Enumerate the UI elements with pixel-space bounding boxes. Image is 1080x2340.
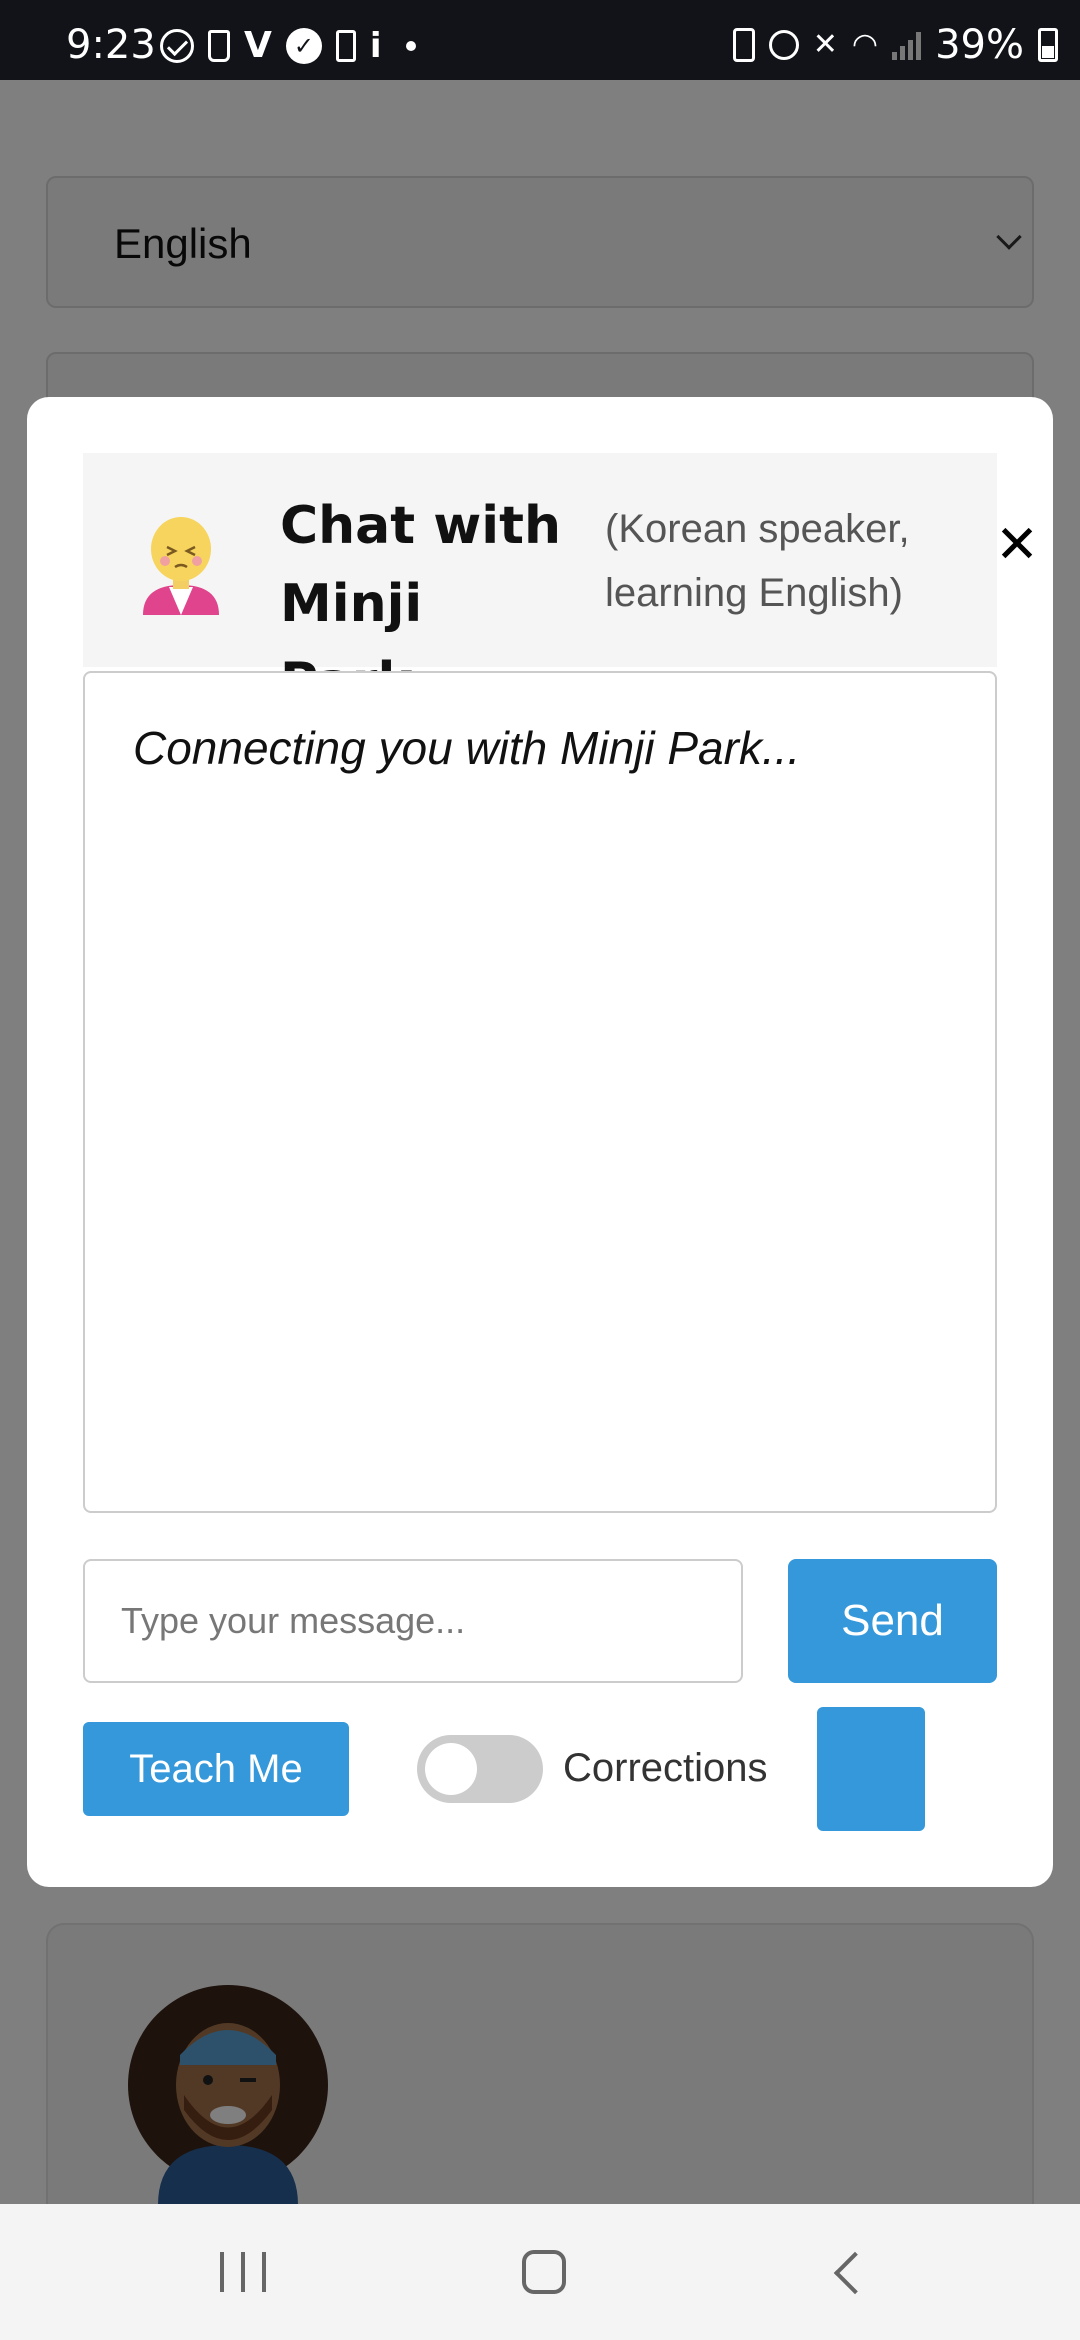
- connecting-status: Connecting you with Minji Park...: [133, 722, 801, 774]
- teach-me-button[interactable]: Teach Me: [83, 1722, 349, 1816]
- info-icon: i: [369, 26, 382, 66]
- clipboard-icon: [335, 30, 356, 62]
- battery-icon: [1038, 28, 1058, 62]
- status-bar: 9:23 V ✓ i ✕ ◠ 39%: [0, 0, 1080, 80]
- v-logo-icon: V: [244, 25, 272, 66]
- microphone-button[interactable]: [817, 1707, 925, 1831]
- chat-header: Chat with Minji Park (Korean speaker, le…: [83, 453, 1039, 712]
- chat-messages-area[interactable]: Connecting you with Minji Park...: [83, 671, 997, 1513]
- coffee-cup-icon: [208, 30, 230, 62]
- corrections-toggle[interactable]: [417, 1735, 543, 1803]
- close-icon[interactable]: ✕: [991, 519, 1043, 571]
- minji-avatar: [143, 517, 219, 615]
- alarm-icon: [768, 30, 799, 60]
- recents-icon[interactable]: [220, 2252, 266, 2292]
- chat-subtitle: (Korean speaker, learning English): [605, 507, 910, 615]
- toggle-knob: [425, 1743, 477, 1795]
- status-time: 9:23: [66, 22, 156, 68]
- navigation-bar: [0, 2204, 1080, 2340]
- message-input[interactable]: [83, 1559, 743, 1683]
- battery-saver-icon: [732, 28, 755, 62]
- corrections-label: Corrections: [563, 1746, 768, 1790]
- mute-icon: ✕: [812, 27, 838, 62]
- check-circle-icon: [160, 29, 194, 63]
- signal-icon: [892, 30, 922, 60]
- system-icons: ✕ ◠ 39%: [732, 22, 1058, 68]
- chat-modal: Chat with Minji Park (Korean speaker, le…: [27, 397, 1053, 1887]
- notification-icons: V ✓ i: [160, 28, 416, 64]
- back-icon[interactable]: [833, 2251, 877, 2295]
- home-icon[interactable]: [522, 2250, 566, 2294]
- verified-icon: ✓: [285, 28, 322, 64]
- wifi-icon: ◠: [851, 27, 879, 62]
- battery-percent: 39%: [935, 22, 1024, 68]
- dot-icon: [405, 41, 416, 51]
- send-button[interactable]: Send: [788, 1559, 997, 1683]
